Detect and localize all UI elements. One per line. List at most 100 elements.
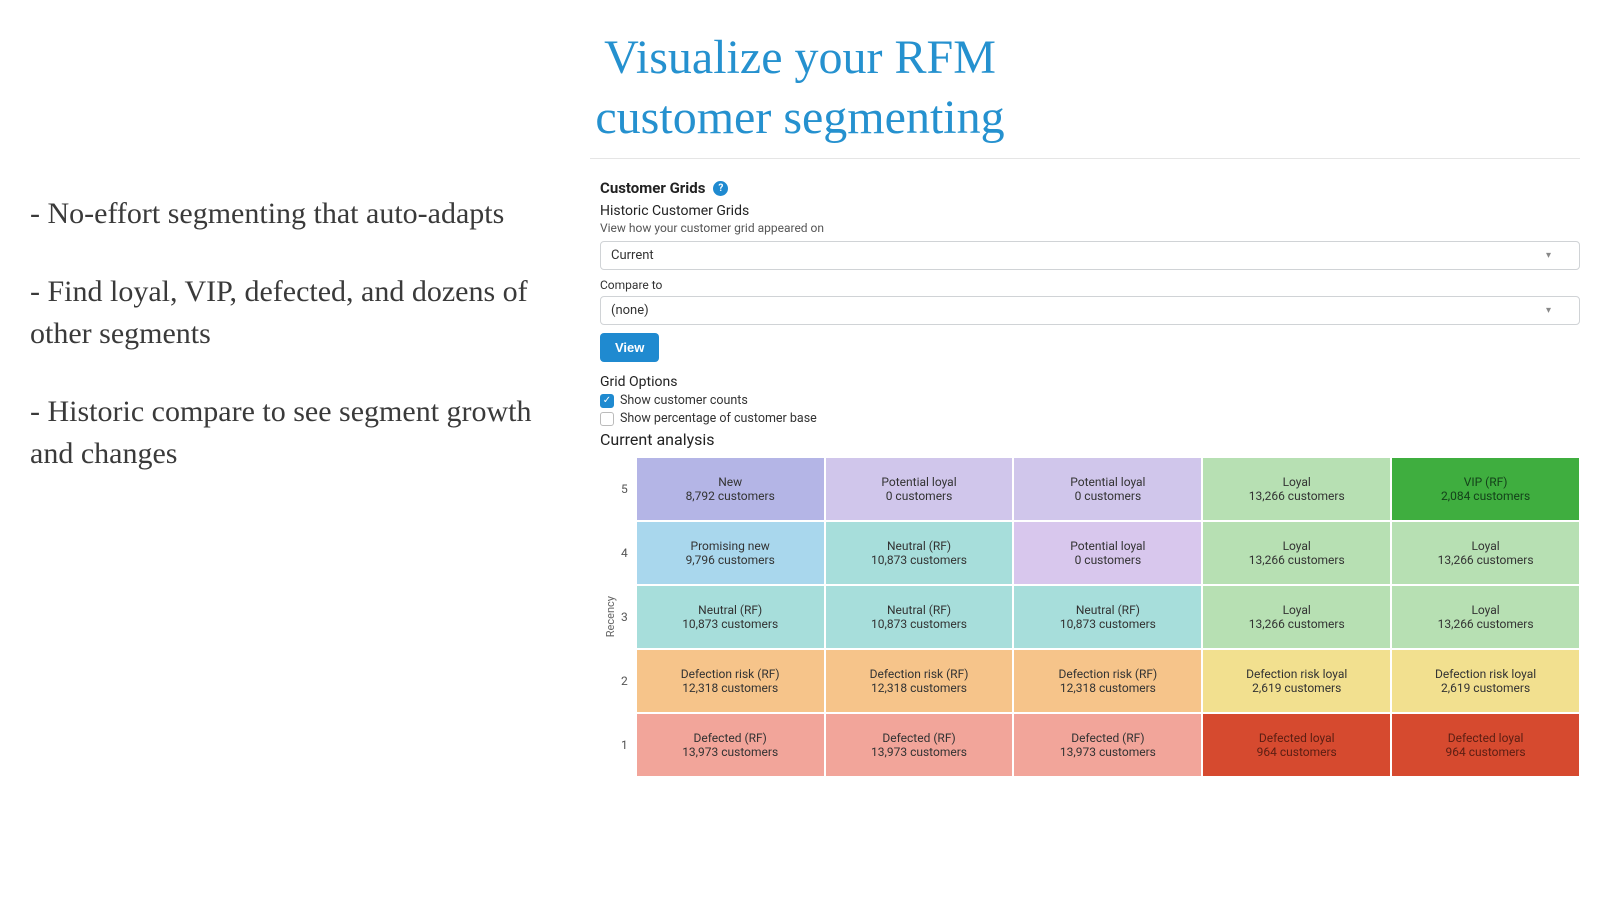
rfm-cell[interactable]: Defection risk loyal2,619 customers <box>1391 649 1580 713</box>
segment-label: Neutral (RF) <box>698 603 762 617</box>
rfm-cell[interactable]: Loyal13,266 customers <box>1202 585 1391 649</box>
rfm-cell[interactable]: New8,792 customers <box>636 457 825 521</box>
segment-count: 12,318 customers <box>1060 681 1156 695</box>
segment-count: 10,873 customers <box>871 617 967 631</box>
checkbox-show-percent[interactable]: Show percentage of customer base <box>600 411 1580 426</box>
rfm-cell[interactable]: Neutral (RF)10,873 customers <box>825 521 1014 585</box>
segment-label: New <box>718 475 742 489</box>
bullet-1: - No-effort segmenting that auto-adapts <box>30 193 572 235</box>
segment-count: 2,619 customers <box>1252 681 1341 695</box>
rfm-heatmap: New8,792 customersPotential loyal0 custo… <box>636 457 1580 777</box>
segment-label: Loyal <box>1283 475 1311 489</box>
rfm-cell[interactable]: Defected (RF)13,973 customers <box>825 713 1014 777</box>
segment-count: 964 customers <box>1257 745 1337 759</box>
view-button[interactable]: View <box>600 333 659 362</box>
segment-count: 10,873 customers <box>871 553 967 567</box>
segment-label: Potential loyal <box>1070 475 1145 489</box>
segment-label: VIP (RF) <box>1464 475 1508 489</box>
segment-label: Defected (RF) <box>694 731 767 745</box>
segment-count: 0 customers <box>886 489 953 503</box>
chevron-down-icon: ▾ <box>1546 305 1551 316</box>
segment-count: 13,266 customers <box>1438 617 1534 631</box>
analysis-heading: Current analysis <box>600 430 1580 449</box>
checkbox-show-counts[interactable]: ✓ Show customer counts <box>600 393 1580 408</box>
segment-label: Loyal <box>1283 539 1311 553</box>
segment-label: Promising new <box>691 539 770 553</box>
segment-label: Defected (RF) <box>882 731 955 745</box>
segment-label: Defection risk (RF) <box>1058 667 1157 681</box>
rfm-cell[interactable]: Neutral (RF)10,873 customers <box>1013 585 1202 649</box>
rfm-cell[interactable]: Defected loyal964 customers <box>1391 713 1580 777</box>
segment-label: Loyal <box>1471 603 1499 617</box>
segment-count: 13,973 customers <box>682 745 778 759</box>
view-date-select[interactable]: Current ▾ <box>600 241 1580 270</box>
segment-count: 13,266 customers <box>1249 617 1345 631</box>
customer-grids-panel: Customer Grids ? Historic Customer Grids… <box>590 158 1580 880</box>
compare-label: Compare to <box>600 278 1580 292</box>
segment-label: Defected loyal <box>1448 731 1524 745</box>
bullet-2: - Find loyal, VIP, defected, and dozens … <box>30 271 572 355</box>
feature-bullets: - No-effort segmenting that auto-adapts … <box>20 158 590 880</box>
segment-count: 12,318 customers <box>682 681 778 695</box>
segment-count: 13,973 customers <box>871 745 967 759</box>
rfm-cell[interactable]: Defection risk loyal2,619 customers <box>1202 649 1391 713</box>
segment-count: 13,973 customers <box>1060 745 1156 759</box>
segment-count: 10,873 customers <box>1060 617 1156 631</box>
historic-heading: Historic Customer Grids <box>600 203 1580 219</box>
segment-count: 0 customers <box>1075 489 1142 503</box>
segment-count: 13,266 customers <box>1249 553 1345 567</box>
rfm-cell[interactable]: Defection risk (RF)12,318 customers <box>825 649 1014 713</box>
segment-label: Defection risk loyal <box>1246 667 1347 681</box>
rfm-cell[interactable]: Loyal13,266 customers <box>1391 585 1580 649</box>
segment-count: 2,084 customers <box>1441 489 1530 503</box>
rfm-cell[interactable]: Defection risk (RF)12,318 customers <box>636 649 825 713</box>
rfm-cell[interactable]: Promising new9,796 customers <box>636 521 825 585</box>
chevron-down-icon: ▾ <box>1546 250 1551 261</box>
rfm-cell[interactable]: Neutral (RF)10,873 customers <box>636 585 825 649</box>
rfm-cell[interactable]: Potential loyal0 customers <box>1013 457 1202 521</box>
rfm-grid: Recency 5 4 3 2 1 New8,792 customersPote… <box>600 457 1580 777</box>
y-axis-label: Recency <box>600 596 617 637</box>
segment-count: 9,796 customers <box>686 553 775 567</box>
historic-hint: View how your customer grid appeared on <box>600 221 1580 235</box>
segment-label: Defected loyal <box>1259 731 1335 745</box>
segment-label: Defection risk loyal <box>1435 667 1536 681</box>
checkbox-icon: ✓ <box>600 394 614 408</box>
rfm-cell[interactable]: Defection risk (RF)12,318 customers <box>1013 649 1202 713</box>
segment-count: 0 customers <box>1075 553 1142 567</box>
rfm-cell[interactable]: Defected loyal964 customers <box>1202 713 1391 777</box>
rfm-cell[interactable]: Loyal13,266 customers <box>1202 457 1391 521</box>
rfm-cell[interactable]: Potential loyal0 customers <box>825 457 1014 521</box>
page-title: Visualize your RFM customer segmenting <box>0 0 1600 158</box>
segment-count: 13,266 customers <box>1249 489 1345 503</box>
help-icon[interactable]: ? <box>713 181 728 196</box>
segment-count: 8,792 customers <box>686 489 775 503</box>
rfm-cell[interactable]: Defected (RF)13,973 customers <box>636 713 825 777</box>
rfm-cell[interactable]: Neutral (RF)10,873 customers <box>825 585 1014 649</box>
rfm-cell[interactable]: Loyal13,266 customers <box>1391 521 1580 585</box>
segment-label: Defected (RF) <box>1071 731 1144 745</box>
segment-label: Neutral (RF) <box>887 603 951 617</box>
panel-heading: Customer Grids <box>600 179 705 197</box>
y-axis-ticks: 5 4 3 2 1 <box>617 457 636 777</box>
segment-count: 964 customers <box>1446 745 1526 759</box>
segment-count: 12,318 customers <box>871 681 967 695</box>
segment-label: Neutral (RF) <box>1076 603 1140 617</box>
segment-label: Defection risk (RF) <box>681 667 780 681</box>
rfm-cell[interactable]: Potential loyal0 customers <box>1013 521 1202 585</box>
segment-label: Potential loyal <box>1070 539 1145 553</box>
rfm-cell[interactable]: Defected (RF)13,973 customers <box>1013 713 1202 777</box>
segment-count: 10,873 customers <box>682 617 778 631</box>
segment-label: Loyal <box>1471 539 1499 553</box>
segment-label: Neutral (RF) <box>887 539 951 553</box>
bullet-3: - Historic compare to see segment growth… <box>30 391 572 475</box>
segment-count: 13,266 customers <box>1438 553 1534 567</box>
segment-label: Defection risk (RF) <box>870 667 969 681</box>
rfm-cell[interactable]: Loyal13,266 customers <box>1202 521 1391 585</box>
segment-label: Loyal <box>1283 603 1311 617</box>
compare-select[interactable]: (none) ▾ <box>600 296 1580 325</box>
checkbox-icon <box>600 412 614 426</box>
rfm-cell[interactable]: VIP (RF)2,084 customers <box>1391 457 1580 521</box>
grid-options-heading: Grid Options <box>600 374 1580 390</box>
segment-label: Potential loyal <box>881 475 956 489</box>
